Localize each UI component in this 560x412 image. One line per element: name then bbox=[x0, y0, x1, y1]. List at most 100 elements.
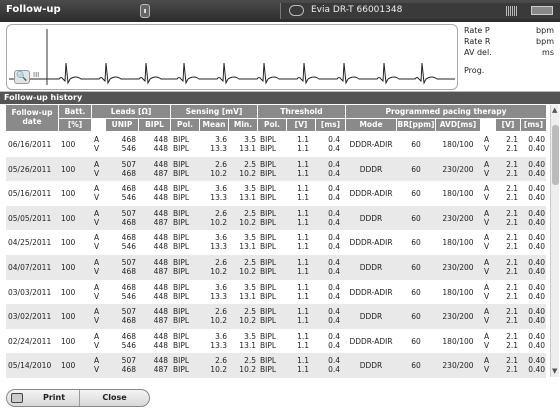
cell-tpol: BIPL BIPL bbox=[260, 159, 277, 178]
scroll-down-icon[interactable]: ▼ bbox=[552, 367, 557, 375]
cell-date: 04/25/2011 bbox=[8, 238, 52, 248]
rate-label: AV del. bbox=[464, 48, 492, 57]
cell-pv: 2.1 2.1 bbox=[506, 233, 518, 252]
device-icon bbox=[289, 5, 304, 16]
cell-tpol: BIPL BIPL bbox=[260, 331, 277, 350]
cell-br: 60 bbox=[411, 189, 421, 199]
scroll-up-icon[interactable]: ▲ bbox=[552, 106, 557, 114]
cell-tv: 1.1 1.1 bbox=[297, 184, 309, 203]
cell-br: 60 bbox=[411, 213, 421, 223]
magnify-button[interactable]: 🔍 bbox=[14, 70, 30, 84]
cell-date: 04/07/2011 bbox=[8, 263, 52, 272]
cell-unip: 468 546 bbox=[121, 135, 136, 153]
print-button[interactable]: Print bbox=[7, 390, 79, 406]
ecg-strip: 🔍 III bbox=[6, 24, 458, 90]
cell-smin: 3.5 13.1 bbox=[239, 282, 256, 301]
cell-smin: 2.5 10.2 bbox=[239, 159, 256, 178]
cell-tms: 0.4 0.4 bbox=[328, 258, 340, 276]
cell-batt: 100 bbox=[61, 361, 76, 371]
cell-batt: 100 bbox=[61, 238, 76, 248]
table-row[interactable]: 06/16/2011 100 A V 468 546 448 448 BIPL BIPL 3… bbox=[6, 132, 546, 157]
cell-unip: 468 546 bbox=[121, 282, 136, 301]
cell-pv: 2.1 2.1 bbox=[506, 307, 518, 326]
cell-br: 60 bbox=[411, 336, 421, 346]
table-row[interactable]: 03/03/2011 100 A V 468 546 448 448 BIPL BIPL 3… bbox=[6, 279, 546, 305]
cell-spol: BIPL BIPL bbox=[173, 233, 190, 252]
cell-smean: 3.6 13.3 bbox=[210, 184, 227, 203]
close-button[interactable]: Close bbox=[79, 390, 149, 406]
cell-pms: 0.40 0.40 bbox=[528, 135, 545, 153]
header-date: Follow-up date bbox=[6, 105, 58, 131]
cell-bipl: 448 487 bbox=[153, 307, 168, 326]
cell-tv: 1.1 1.1 bbox=[297, 356, 309, 375]
cell-chan: A V bbox=[94, 307, 100, 326]
table-row[interactable]: 05/16/2011 100 A V 468 546 448 448 BIPL BIPL 3… bbox=[6, 181, 546, 206]
table-row[interactable]: 04/25/2011 100 A V 468 546 448 448 BIPL BIPL 3… bbox=[6, 230, 546, 255]
cell-date: 06/16/2011 bbox=[8, 140, 52, 149]
cell-smin: 2.5 10.2 bbox=[239, 307, 256, 326]
cell-batt: 100 bbox=[61, 287, 76, 297]
av-delay-row: AV del. ms bbox=[464, 48, 556, 58]
cell-chan: A V bbox=[94, 233, 100, 252]
cell-tv: 1.1 1.1 bbox=[297, 282, 309, 301]
cell-smean: 3.6 13.3 bbox=[210, 331, 227, 350]
header-leads-bipl: BIPL bbox=[139, 119, 170, 131]
cell-chan: A V bbox=[94, 159, 100, 178]
cell-date: 02/24/2011 bbox=[8, 336, 52, 346]
cell-bipl: 448 448 bbox=[153, 282, 168, 301]
table-row[interactable]: 03/02/2011 100 A V 507 468 448 487 BIPL BIPL 2… bbox=[6, 304, 546, 329]
cell-pchan: A V bbox=[484, 331, 490, 350]
cell-spol: BIPL BIPL bbox=[173, 159, 190, 178]
cell-chan: A V bbox=[94, 356, 100, 375]
rate-label: Rate P bbox=[464, 26, 490, 35]
cell-batt: 100 bbox=[61, 213, 76, 223]
cell-pms: 0.40 0.40 bbox=[528, 233, 545, 252]
cell-smin: 3.5 13.1 bbox=[239, 233, 256, 252]
cell-pchan: A V bbox=[484, 233, 490, 252]
cell-smean: 2.6 10.2 bbox=[210, 356, 227, 375]
cell-spol: BIPL BIPL bbox=[173, 135, 190, 153]
cell-mode: DDDR-ADIR bbox=[349, 238, 393, 248]
cell-tms: 0.4 0.4 bbox=[328, 233, 340, 252]
cell-pv: 2.1 2.1 bbox=[506, 208, 518, 227]
table-row[interactable]: 05/05/2011 100 A V 507 468 448 487 BIPL BIPL 2… bbox=[6, 205, 546, 231]
cell-date: 05/05/2011 bbox=[8, 213, 52, 223]
cell-bipl: 448 448 bbox=[153, 331, 168, 350]
table-row[interactable]: 05/14/2010 100 A V 507 468 448 487 BIPL BIPL 2… bbox=[6, 353, 546, 378]
cell-batt: 100 bbox=[61, 189, 76, 199]
cell-avd: 180/100 bbox=[442, 189, 474, 199]
cell-pms: 0.40 0.40 bbox=[528, 331, 545, 350]
cell-pv: 2.1 2.1 bbox=[506, 184, 518, 203]
cell-tv: 1.1 1.1 bbox=[297, 258, 309, 276]
cell-br: 60 bbox=[411, 361, 421, 371]
scrollbar[interactable]: ▲ ▼ bbox=[550, 105, 559, 377]
cell-chan: A V bbox=[94, 135, 100, 153]
cell-br: 60 bbox=[411, 164, 421, 174]
cell-bipl: 448 487 bbox=[153, 159, 168, 178]
cell-spol: BIPL BIPL bbox=[173, 331, 190, 350]
cell-smin: 3.5 13.1 bbox=[239, 184, 256, 203]
cell-tms: 0.4 0.4 bbox=[328, 184, 340, 203]
cell-smean: 2.6 10.2 bbox=[210, 258, 227, 276]
table-row[interactable]: 05/26/2011 100 A V 507 468 448 487 BIPL BIPL 2… bbox=[6, 156, 546, 182]
header-leads: Leads [Ω] bbox=[92, 105, 170, 118]
table-row[interactable]: 04/07/2011 100 A V 507 468 448 487 BIPL BIPL 2… bbox=[6, 255, 546, 280]
header-threshold-ms: [ms] bbox=[316, 119, 345, 131]
table-row[interactable]: 02/24/2011 100 A V 468 546 448 448 BIPL BIPL 3… bbox=[6, 328, 546, 354]
cell-pms: 0.40 0.40 bbox=[528, 159, 545, 178]
cell-date: 05/16/2011 bbox=[8, 189, 52, 199]
cell-br: 60 bbox=[411, 287, 421, 297]
device-info: Evia DR-T 66001348 bbox=[280, 3, 560, 19]
cell-tpol: BIPL BIPL bbox=[260, 258, 277, 276]
header-sensing-min: Min. bbox=[229, 119, 257, 131]
ecg-panel: 🔍 III Rate P bpm Rate R bpm AV del. ms Prog… bbox=[0, 22, 560, 92]
cell-batt: 100 bbox=[61, 164, 76, 174]
cell-unip: 507 468 bbox=[121, 356, 136, 375]
cell-tpol: BIPL BIPL bbox=[260, 184, 277, 203]
header-threshold-v: [V] bbox=[287, 119, 315, 131]
battery-icon bbox=[531, 6, 553, 15]
cell-pv: 2.1 2.1 bbox=[506, 331, 518, 350]
rate-unit: bpm bbox=[536, 26, 554, 35]
cell-pms: 0.40 0.40 bbox=[528, 282, 545, 301]
scroll-thumb[interactable] bbox=[552, 125, 559, 185]
